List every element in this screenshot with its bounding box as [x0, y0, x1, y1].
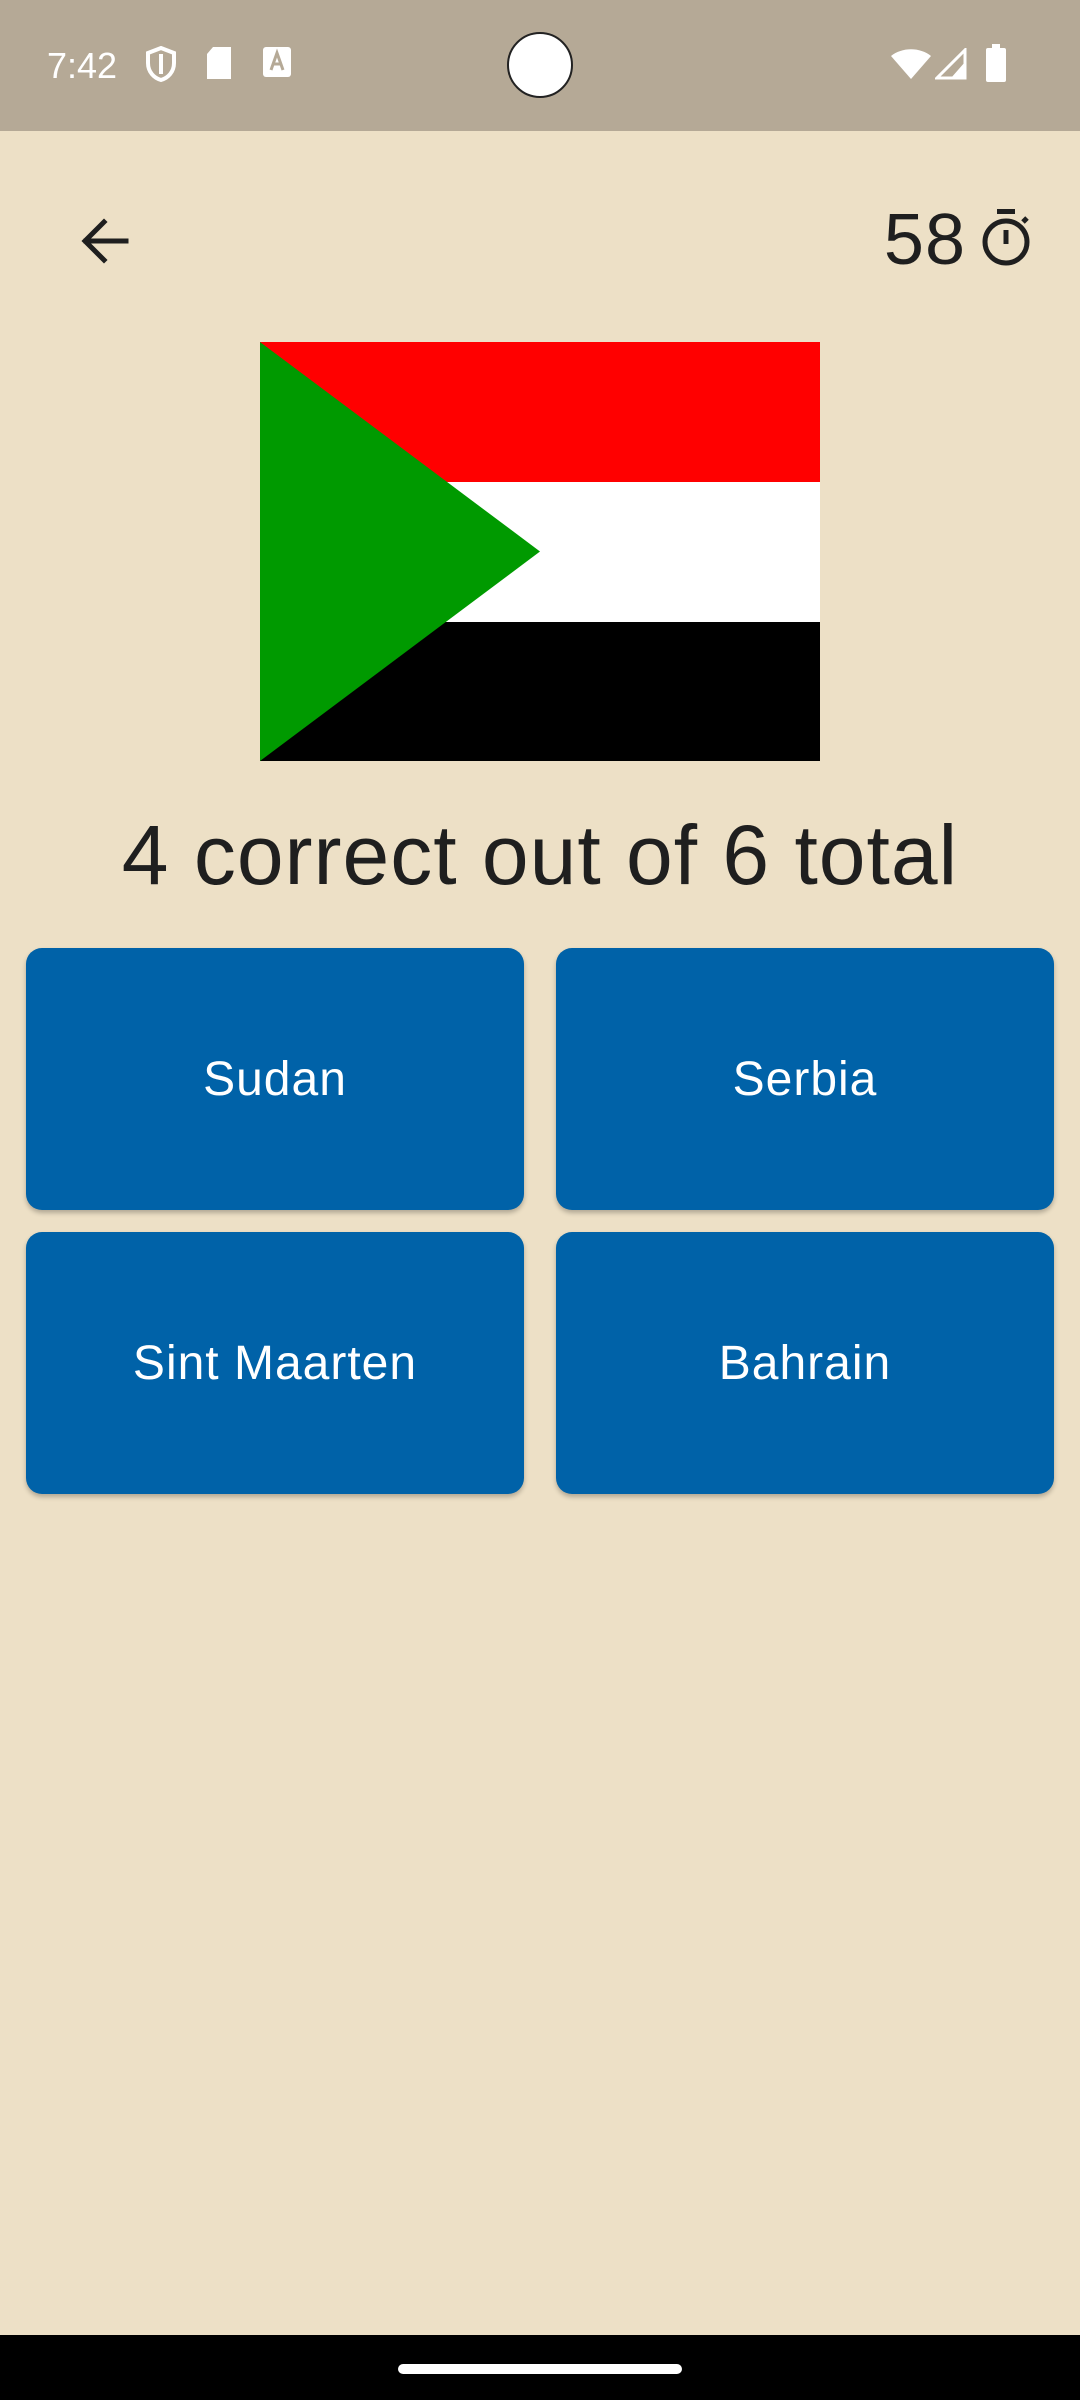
camera-cutout: [507, 32, 573, 98]
signal-icon: [933, 46, 967, 85]
shield-icon: [145, 45, 177, 87]
answer-grid: Sudan Serbia Sint Maarten Bahrain: [26, 948, 1054, 1494]
battery-icon: [985, 44, 1007, 87]
home-gesture-handle[interactable]: [398, 2364, 682, 2374]
wifi-icon: [890, 48, 932, 85]
sd-card-icon: [205, 46, 233, 85]
status-time: 7:42: [47, 45, 118, 86]
answer-button-sudan[interactable]: Sudan: [26, 948, 524, 1210]
answer-button-serbia[interactable]: Serbia: [556, 948, 1054, 1210]
answer-button-sint-maarten[interactable]: Sint Maarten: [26, 1232, 524, 1494]
timer: 58: [884, 195, 1032, 285]
flag-image: [260, 342, 820, 761]
score-text: 4 correct out of 6 total: [121, 808, 959, 902]
navigation-bar: [0, 2335, 1080, 2400]
answer-button-bahrain[interactable]: Bahrain: [556, 1232, 1054, 1494]
timer-value: 58: [883, 200, 966, 280]
arrow-back-icon: [80, 217, 130, 269]
text-a-icon: [262, 46, 292, 83]
stopwatch-icon: [980, 208, 1032, 273]
back-button[interactable]: [62, 200, 148, 286]
status-bar: 7:42: [0, 0, 1080, 131]
